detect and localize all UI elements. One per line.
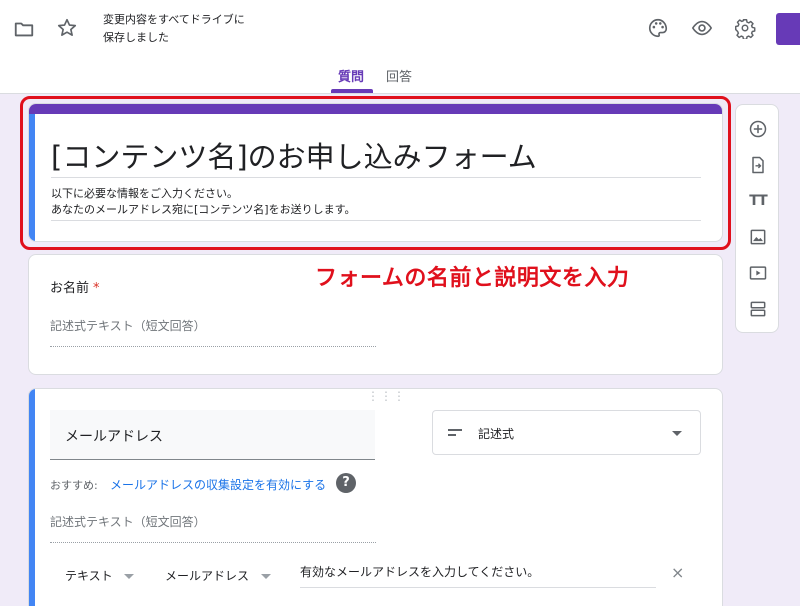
suggestion-prefix: おすすめ: [50,479,98,492]
description-line-2: あなたのメールアドレス宛に[コンテンツ名]をお送りします。 [51,203,356,216]
validation-rule-select[interactable]: メールアドレス [165,567,249,584]
question-title-text: お名前 [50,281,90,296]
save-status-line1: 変更内容をすべてドライブに [103,13,245,26]
top-bar: 変更内容をすべてドライブに 保存しました 質問 回答 [0,0,800,94]
short-answer-placeholder: 記述式テキスト（短文回答） [50,513,376,543]
title-underline [51,177,701,178]
save-status: 変更内容をすべてドライブに 保存しました [103,11,263,47]
validation-kind-select[interactable]: テキスト [65,567,113,584]
form-description-input[interactable]: 以下に必要な情報をご入力ください。 あなたのメールアドレス宛に[コンテンツ名]を… [51,186,355,218]
annotation-text: フォームの名前と説明文を入力 [315,266,630,291]
close-icon[interactable]: × [671,563,684,582]
star-icon[interactable] [55,16,79,40]
palette-icon[interactable] [646,16,670,40]
import-questions-icon[interactable] [746,153,770,177]
folder-icon[interactable] [12,17,36,41]
validation-error-message-input[interactable]: 有効なメールアドレスを入力してください。 [300,563,656,588]
title-card-top-stripe [29,104,722,114]
eye-icon[interactable] [690,16,714,40]
question-type-select[interactable]: 記述式 [432,410,701,455]
add-question-icon[interactable] [746,117,770,141]
question-type-label: 記述式 [478,427,515,441]
tab-questions[interactable]: 質問 [338,66,364,85]
question-title-input[interactable]: メールアドレス [50,410,375,460]
validation-kind-caret-icon [124,574,134,579]
required-mark: * [93,281,100,296]
question-focus-stripe [29,389,35,606]
dropdown-caret-icon [672,431,682,436]
active-tab-indicator [331,89,373,93]
description-line-1: 以下に必要な情報をご入力ください。 [51,187,238,200]
add-title-icon[interactable]: TT [746,189,770,213]
question-card-email[interactable]: ⋮⋮⋮ メールアドレス 記述式 おすすめ: メールアドレスの収集設定を有効にする… [28,388,723,606]
enable-email-collection-link[interactable]: メールアドレスの収集設定を有効にする [110,476,326,493]
tab-responses[interactable]: 回答 [386,66,412,85]
save-status-line2: 保存しました [103,31,169,44]
form-title-card[interactable]: [コンテンツ名]のお申し込みフォーム 以下に必要な情報をご入力ください。 あなた… [28,103,723,242]
floating-toolbar: TT [735,104,779,333]
add-video-icon[interactable] [746,261,770,285]
short-answer-icon [448,429,462,439]
gear-icon[interactable] [733,16,757,40]
add-section-icon[interactable] [746,297,770,321]
short-answer-placeholder: 記述式テキスト（短文回答） [50,317,376,347]
description-underline [51,220,701,221]
form-title-input[interactable]: [コンテンツ名]のお申し込みフォーム [51,134,537,176]
help-icon[interactable]: ? [336,473,356,493]
drag-handle-icon[interactable]: ⋮⋮⋮ [367,390,406,402]
send-button-partial[interactable] [776,13,800,45]
add-image-icon[interactable] [746,225,770,249]
title-card-focus-stripe [29,114,35,241]
validation-rule-caret-icon [261,574,271,579]
question-title: お名前 * [50,277,100,296]
